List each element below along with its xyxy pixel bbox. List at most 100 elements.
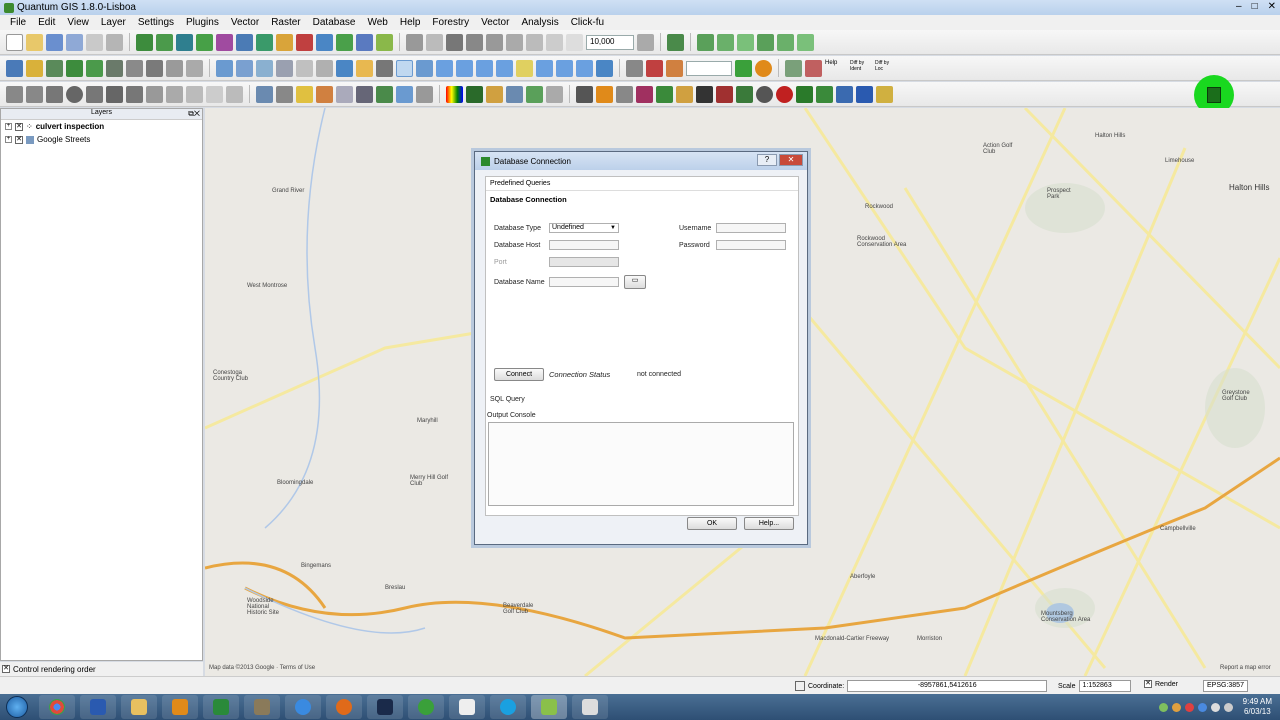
database-host-field[interactable] xyxy=(549,240,619,250)
expand-icon[interactable]: + xyxy=(5,123,12,130)
menu-web[interactable]: Web xyxy=(361,17,393,28)
plugin-icon[interactable] xyxy=(856,85,873,103)
plugin-icon[interactable] xyxy=(816,85,833,103)
star-icon[interactable] xyxy=(26,59,43,77)
histogram-icon[interactable] xyxy=(486,85,503,103)
coordinate-field[interactable]: -8957861,5412616 xyxy=(847,680,1048,692)
taskbar-explorer[interactable] xyxy=(121,695,157,719)
taskbar-app[interactable] xyxy=(572,695,608,719)
taskbar-word[interactable] xyxy=(80,695,116,719)
plugin-icon[interactable] xyxy=(797,33,814,51)
plugin-icon[interactable] xyxy=(876,85,893,103)
add-icon[interactable] xyxy=(735,59,752,77)
control-rendering-order[interactable]: ✕ Control rendering order xyxy=(0,662,203,676)
plugin-icon[interactable] xyxy=(146,59,163,77)
layer-visibility-checkbox[interactable]: ✕ xyxy=(15,122,23,131)
raster-icon[interactable] xyxy=(466,85,483,103)
plugin-icon[interactable] xyxy=(256,59,273,77)
layers-icon[interactable] xyxy=(696,85,713,103)
plugin-icon[interactable] xyxy=(376,59,393,77)
remove-icon[interactable] xyxy=(755,59,772,77)
diff-by-loc-icon[interactable]: Diff by Loc xyxy=(875,60,897,77)
layer-item[interactable]: + ✕ Google Streets xyxy=(1,133,202,146)
plugin-icon[interactable] xyxy=(656,85,673,103)
reshape-icon[interactable] xyxy=(146,85,163,103)
plugin-icon[interactable] xyxy=(276,59,293,77)
zoom-to-layer-icon[interactable] xyxy=(536,59,553,77)
menu-help[interactable]: Help xyxy=(394,17,427,28)
add-mssql-layer-icon[interactable] xyxy=(216,33,233,51)
plugin-icon[interactable] xyxy=(757,33,774,51)
start-button[interactable] xyxy=(0,694,34,720)
toggle-coordinate-icon[interactable] xyxy=(795,681,805,691)
menu-view[interactable]: View xyxy=(61,17,95,28)
menu-settings[interactable]: Settings xyxy=(132,17,180,28)
menu-database[interactable]: Database xyxy=(307,17,362,28)
undo-icon[interactable] xyxy=(6,85,23,103)
taskbar-app[interactable] xyxy=(449,695,485,719)
snapping-tolerance-box[interactable]: 10,000 xyxy=(586,34,634,50)
zoom-actual-size-icon[interactable] xyxy=(476,59,493,77)
taskbar-gimp[interactable] xyxy=(244,695,280,719)
paste-features-icon[interactable] xyxy=(566,33,583,51)
print-icon[interactable] xyxy=(106,33,123,51)
redo-icon[interactable] xyxy=(26,85,43,103)
globe-icon[interactable] xyxy=(336,59,353,77)
database-type-select[interactable]: Undefined ▼ xyxy=(549,223,619,233)
plugin-icon[interactable] xyxy=(717,33,734,51)
merge-icon[interactable] xyxy=(206,85,223,103)
plugin-icon[interactable] xyxy=(805,59,822,77)
plugin-icon[interactable] xyxy=(166,59,183,77)
taskbar-qgis[interactable] xyxy=(531,695,567,719)
menu-raster[interactable]: Raster xyxy=(265,17,306,28)
save-as-icon[interactable] xyxy=(66,33,83,51)
zoom-in-icon[interactable] xyxy=(436,59,453,77)
plugin-icon[interactable] xyxy=(216,59,233,77)
scale-field[interactable]: 1:152863 xyxy=(1078,680,1131,692)
add-raster-layer-icon[interactable] xyxy=(156,33,173,51)
layer-icon[interactable] xyxy=(46,59,63,77)
plugin-icon[interactable] xyxy=(616,85,633,103)
move-feature-icon[interactable] xyxy=(466,33,483,51)
pin-icon[interactable] xyxy=(776,85,793,103)
raster-tool-icon[interactable] xyxy=(546,85,563,103)
save-edits-icon[interactable] xyxy=(426,33,443,51)
annotation-icon[interactable] xyxy=(416,85,433,103)
plugin-icon[interactable] xyxy=(836,85,853,103)
rotate-icon[interactable] xyxy=(226,85,243,103)
identify-icon[interactable] xyxy=(626,59,643,77)
bookmark-icon[interactable] xyxy=(396,85,413,103)
browse-database-button[interactable]: ▭ xyxy=(624,275,646,289)
new-shapefile-icon[interactable] xyxy=(316,33,333,51)
plugin-icon[interactable] xyxy=(756,85,773,103)
ok-button[interactable]: OK xyxy=(687,517,737,530)
help-button[interactable]: Help... xyxy=(744,517,794,530)
plugin-icon[interactable] xyxy=(296,59,313,77)
plugin-icon[interactable] xyxy=(186,59,203,77)
select-feature-icon[interactable] xyxy=(296,85,313,103)
map-tips-icon[interactable] xyxy=(376,85,393,103)
pencil-icon[interactable] xyxy=(526,85,543,103)
plugin-icon[interactable] xyxy=(777,33,794,51)
plugin-icon[interactable] xyxy=(106,59,123,77)
add-spatialite-layer-icon[interactable] xyxy=(196,33,213,51)
split-icon[interactable] xyxy=(186,85,203,103)
open-project-icon[interactable] xyxy=(26,33,43,51)
menu-layer[interactable]: Layer xyxy=(95,17,132,28)
taskbar-media[interactable] xyxy=(162,695,198,719)
add-wfs-layer-icon[interactable] xyxy=(276,33,293,51)
plugin-icon[interactable] xyxy=(236,59,253,77)
menu-vector-2[interactable]: Vector xyxy=(475,17,515,28)
add-ring-icon[interactable] xyxy=(66,85,83,103)
gear-icon[interactable] xyxy=(276,85,293,103)
zoom-last-icon[interactable] xyxy=(556,59,573,77)
taskbar-chrome[interactable] xyxy=(39,695,75,719)
copy-features-icon[interactable] xyxy=(546,33,563,51)
network-icon[interactable] xyxy=(1210,702,1220,712)
help-plugin-icon[interactable]: Help xyxy=(825,60,847,77)
identify-features-icon[interactable] xyxy=(256,85,273,103)
taskbar-utorrent[interactable] xyxy=(408,695,444,719)
add-gpx-layer-icon[interactable] xyxy=(376,33,393,51)
plugin-icon[interactable] xyxy=(785,59,802,77)
sql-query-tab[interactable]: SQL Query xyxy=(490,396,525,403)
